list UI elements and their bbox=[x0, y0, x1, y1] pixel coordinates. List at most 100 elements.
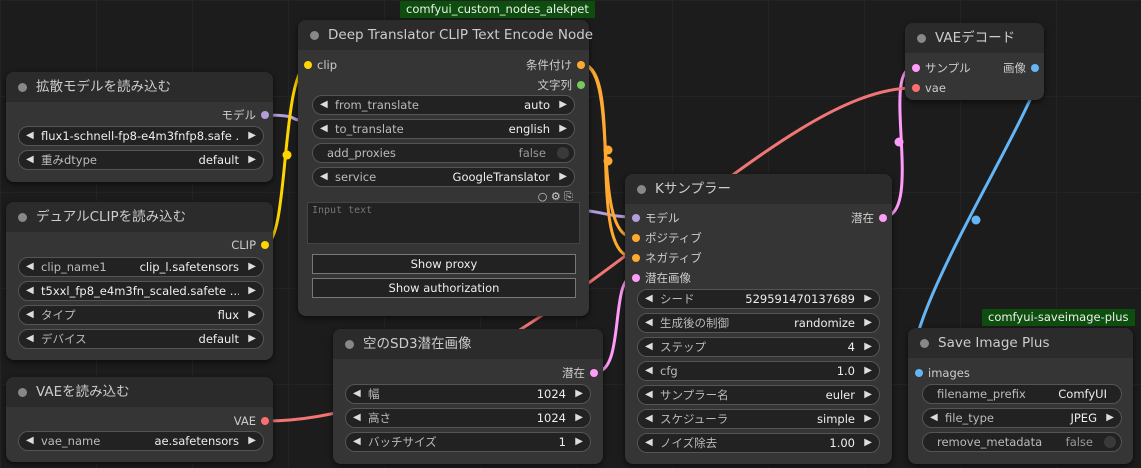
vae-decode-node[interactable]: VAEデコード サンプル vae 画像 bbox=[905, 23, 1044, 100]
slot-dot-icon[interactable] bbox=[912, 84, 920, 92]
clip-type-combo[interactable]: ◀ タイプ flux ▶ bbox=[18, 305, 264, 325]
width-number[interactable]: ◀ 幅 1024 ▶ bbox=[345, 384, 591, 404]
slot-dot-icon[interactable] bbox=[577, 81, 585, 89]
arrow-left-icon[interactable]: ◀ bbox=[645, 338, 653, 356]
arrow-left-icon[interactable]: ◀ bbox=[320, 96, 328, 114]
node-title-bar[interactable]: Save Image Plus bbox=[908, 328, 1133, 358]
arrow-left-icon[interactable]: ◀ bbox=[320, 168, 328, 186]
slot-dot-icon[interactable] bbox=[632, 234, 640, 242]
output-latent[interactable]: 潜在 bbox=[851, 211, 887, 225]
save-image-plus-node[interactable]: Save Image Plus images filename_prefix Co… bbox=[908, 328, 1133, 464]
toggle-knob-icon[interactable] bbox=[557, 147, 569, 159]
batch-size-number[interactable]: ◀ バッチサイズ 1 ▶ bbox=[345, 432, 591, 452]
input-negative[interactable]: ネガティブ bbox=[632, 251, 702, 265]
height-number[interactable]: ◀ 高さ 1024 ▶ bbox=[345, 408, 591, 428]
arrow-right-icon[interactable]: ▶ bbox=[559, 120, 567, 138]
input-images[interactable]: images bbox=[915, 366, 970, 380]
arrow-right-icon[interactable]: ▶ bbox=[575, 409, 583, 427]
arrow-right-icon[interactable]: ▶ bbox=[1106, 409, 1114, 427]
slot-dot-icon[interactable] bbox=[590, 369, 598, 377]
deep-translator-node[interactable]: Deep Translator CLIP Text Encode Node cl… bbox=[298, 20, 593, 316]
node-title-bar[interactable]: VAEを読み込む bbox=[6, 377, 273, 407]
node-title-bar[interactable]: Kサンプラー bbox=[625, 174, 892, 204]
clip-name2-combo[interactable]: ◀ t5xxl_fp8_e4m3fn_scaled.safete ... ▶ bbox=[18, 281, 264, 301]
arrow-left-icon[interactable]: ◀ bbox=[26, 330, 34, 348]
slot-dot-icon[interactable] bbox=[261, 417, 269, 425]
slot-dot-icon[interactable] bbox=[1031, 64, 1039, 72]
arrow-left-icon[interactable]: ◀ bbox=[930, 409, 938, 427]
arrow-left-icon[interactable]: ◀ bbox=[645, 290, 653, 308]
collapse-dot-icon[interactable] bbox=[637, 185, 646, 194]
cfg-number[interactable]: ◀ cfg 1.0 ▶ bbox=[637, 361, 880, 381]
collapse-dot-icon[interactable] bbox=[310, 31, 319, 40]
arrow-right-icon[interactable]: ▶ bbox=[864, 290, 872, 308]
add-proxies-toggle[interactable]: add_proxies false bbox=[312, 143, 575, 163]
arrow-right-icon[interactable]: ▶ bbox=[864, 338, 872, 356]
input-clip[interactable]: clip bbox=[304, 58, 337, 72]
load-diffusion-model-node[interactable]: 拡散モデルを読み込む モデル ◀ flux1-schnell-fp8-e4m3fn… bbox=[6, 72, 273, 182]
collapse-dot-icon[interactable] bbox=[18, 388, 27, 397]
slot-dot-icon[interactable] bbox=[632, 274, 640, 282]
toggle-knob-icon[interactable] bbox=[1104, 436, 1116, 448]
slot-dot-icon[interactable] bbox=[261, 241, 269, 249]
file-type-combo[interactable]: ◀ file_type JPEG ▶ bbox=[922, 408, 1122, 428]
output-clip[interactable]: CLIP bbox=[231, 238, 269, 252]
slot-dot-icon[interactable] bbox=[879, 214, 887, 222]
node-title-bar[interactable]: VAEデコード bbox=[905, 23, 1044, 53]
arrow-right-icon[interactable]: ▶ bbox=[575, 433, 583, 451]
unet-name-combo[interactable]: ◀ flux1-schnell-fp8-e4m3fnfp8.safe ... ▶ bbox=[18, 126, 264, 146]
arrow-left-icon[interactable]: ◀ bbox=[26, 306, 34, 324]
slot-dot-icon[interactable] bbox=[632, 254, 640, 262]
collapse-dot-icon[interactable] bbox=[920, 339, 929, 348]
slot-dot-icon[interactable] bbox=[261, 111, 269, 119]
arrow-right-icon[interactable]: ▶ bbox=[575, 385, 583, 403]
arrow-right-icon[interactable]: ▶ bbox=[248, 306, 256, 324]
load-vae-node[interactable]: VAEを読み込む VAE ◀ vae_name ae.safetensors ▶ bbox=[6, 377, 273, 462]
slot-dot-icon[interactable] bbox=[632, 214, 640, 222]
service-combo[interactable]: ◀ service GoogleTranslator ▶ bbox=[312, 167, 575, 187]
arrow-left-icon[interactable]: ◀ bbox=[26, 282, 34, 300]
arrow-left-icon[interactable]: ◀ bbox=[26, 432, 34, 450]
arrow-right-icon[interactable]: ▶ bbox=[864, 314, 872, 332]
collapse-dot-icon[interactable] bbox=[18, 213, 27, 222]
input-model[interactable]: モデル bbox=[632, 211, 680, 225]
arrow-right-icon[interactable]: ▶ bbox=[559, 96, 567, 114]
arrow-left-icon[interactable]: ◀ bbox=[353, 385, 361, 403]
arrow-left-icon[interactable]: ◀ bbox=[645, 386, 653, 404]
arrow-right-icon[interactable]: ▶ bbox=[248, 282, 256, 300]
sampler-name-combo[interactable]: ◀ サンプラー名 euler ▶ bbox=[637, 385, 880, 405]
vae-name-combo[interactable]: ◀ vae_name ae.safetensors ▶ bbox=[18, 431, 264, 451]
arrow-right-icon[interactable]: ▶ bbox=[248, 151, 256, 169]
ksampler-node[interactable]: Kサンプラー モデル ポジティブ ネガティブ 潜在画像 潜在 ◀ シード 52959… bbox=[625, 174, 892, 464]
arrow-left-icon[interactable]: ◀ bbox=[353, 433, 361, 451]
input-samples[interactable]: サンプル bbox=[912, 61, 971, 75]
output-latent[interactable]: 潜在 bbox=[562, 366, 598, 380]
arrow-left-icon[interactable]: ◀ bbox=[26, 151, 34, 169]
output-image[interactable]: 画像 bbox=[1003, 61, 1039, 75]
collapse-dot-icon[interactable] bbox=[917, 34, 926, 43]
input-vae[interactable]: vae bbox=[912, 81, 946, 95]
output-string[interactable]: 文字列 bbox=[538, 78, 585, 92]
empty-sd3-latent-node[interactable]: 空のSD3潜在画像 潜在 ◀ 幅 1024 ▶ ◀ 高さ 1024 ▶ ◀ バッチサイズ 1 ▶ bbox=[333, 329, 603, 464]
dual-clip-loader-node[interactable]: デュアルCLIPを読み込む CLIP ◀ clip_name1 clip_l.saf… bbox=[6, 202, 273, 360]
arrow-left-icon[interactable]: ◀ bbox=[645, 434, 653, 452]
node-title-bar[interactable]: 空のSD3潜在画像 bbox=[333, 329, 603, 359]
collapse-dot-icon[interactable] bbox=[18, 83, 27, 92]
node-title-bar[interactable]: 拡散モデルを読み込む bbox=[6, 72, 273, 102]
output-model[interactable]: モデル bbox=[222, 108, 269, 122]
input-positive[interactable]: ポジティブ bbox=[632, 231, 702, 245]
control-after-generate-combo[interactable]: ◀ 生成後の制御 randomize ▶ bbox=[637, 313, 880, 333]
denoise-number[interactable]: ◀ ノイズ除去 1.00 ▶ bbox=[637, 433, 880, 453]
output-vae[interactable]: VAE bbox=[234, 414, 269, 428]
arrow-left-icon[interactable]: ◀ bbox=[645, 362, 653, 380]
arrow-right-icon[interactable]: ▶ bbox=[864, 362, 872, 380]
seed-number[interactable]: ◀ シード 529591470137689 ▶ bbox=[637, 289, 880, 309]
scheduler-combo[interactable]: ◀ スケジューラ simple ▶ bbox=[637, 409, 880, 429]
arrow-left-icon[interactable]: ◀ bbox=[645, 410, 653, 428]
arrow-right-icon[interactable]: ▶ bbox=[864, 434, 872, 452]
arrow-left-icon[interactable]: ◀ bbox=[320, 120, 328, 138]
collapse-dot-icon[interactable] bbox=[345, 340, 354, 349]
arrow-right-icon[interactable]: ▶ bbox=[559, 168, 567, 186]
arrow-right-icon[interactable]: ▶ bbox=[248, 127, 256, 145]
arrow-left-icon[interactable]: ◀ bbox=[353, 409, 361, 427]
